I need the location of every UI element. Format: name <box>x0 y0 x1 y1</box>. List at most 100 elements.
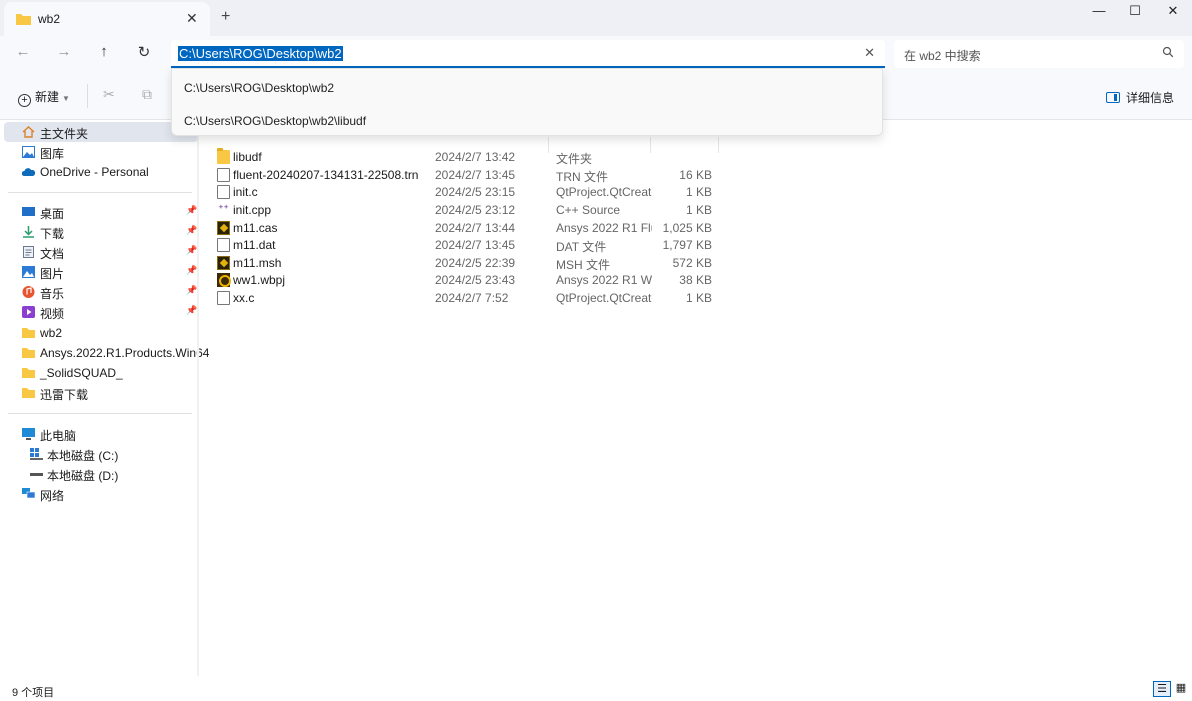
file-row[interactable]: m11.dat 2024/2/7 13:45 DAT 文件 1,797 KB <box>214 236 714 254</box>
address-input[interactable]: C:\Users\ROG\Desktop\wb2 <box>178 46 343 61</box>
new-label: 新建 <box>35 90 60 104</box>
home-icon <box>22 126 35 138</box>
file-date: 2024/2/7 13:45 <box>435 168 516 182</box>
sidebar-item-drive-c[interactable]: 本地磁盘 (C:) <box>4 444 198 464</box>
sidebar-item-solidsquad[interactable]: _SolidSQUAD_ <box>4 363 198 383</box>
file-size: 1,797 KB <box>662 238 712 252</box>
close-window-button[interactable]: ✕ <box>1158 3 1188 21</box>
new-button[interactable]: + 新建 ▼ <box>18 88 70 107</box>
details-view-icon[interactable]: ☰ <box>1153 681 1171 697</box>
file-name: libudf <box>233 150 262 164</box>
sidebar-item-label: 图片 <box>40 267 65 281</box>
gallery-icon <box>22 146 35 158</box>
file-size: 1,025 KB <box>662 221 712 235</box>
sidebar-item-this-pc[interactable]: 此电脑 <box>4 424 198 444</box>
search-icon[interactable] <box>1162 46 1174 58</box>
maximize-button[interactable]: ☐ <box>1120 3 1150 21</box>
search-input[interactable]: 在 wb2 中搜索 <box>904 47 981 64</box>
pin-icon[interactable]: 📌 <box>186 305 197 316</box>
column-divider[interactable] <box>718 137 719 153</box>
sidebar-item-documents[interactable]: 文档 📌 <box>4 242 198 262</box>
folder-icon <box>22 328 35 338</box>
address-bar[interactable]: C:\Users\ROG\Desktop\wb2 ✕ <box>171 40 885 68</box>
tiles-view-icon[interactable]: ▦ <box>1172 681 1190 697</box>
file-row[interactable]: fluent-20240207-134131-22508.trn 2024/2/… <box>214 166 714 184</box>
suggestion-item[interactable]: C:\Users\ROG\Desktop\wb2\libudf <box>184 114 366 128</box>
sidebar-item-onedrive[interactable]: OneDrive - Personal <box>4 162 198 182</box>
sidebar-item-gallery[interactable]: 图库 <box>4 142 198 162</box>
search-box[interactable]: 在 wb2 中搜索 <box>894 40 1184 68</box>
sidebar-item-network[interactable]: 网络 <box>4 484 198 504</box>
sidebar-item-label: OneDrive - Personal <box>40 165 149 179</box>
file-icon <box>217 291 230 305</box>
file-date: 2024/2/5 23:12 <box>435 203 516 217</box>
file-row[interactable]: libudf 2024/2/7 13:42 文件夹 <box>214 148 714 166</box>
pin-icon[interactable]: 📌 <box>186 225 197 236</box>
sidebar-item-label: 下载 <box>40 227 65 241</box>
file-list: libudf 2024/2/7 13:42 文件夹 fluent-2024020… <box>199 121 1192 676</box>
pin-icon[interactable]: 📌 <box>186 245 197 256</box>
sidebar-item-ansys[interactable]: Ansys.2022.R1.Products.Win64 <box>4 343 209 363</box>
divider <box>87 84 88 108</box>
sidebar-item-label: 本地磁盘 (C:) <box>47 449 119 463</box>
file-type: Ansys 2022 R1 Fluent <box>556 221 652 235</box>
file-name: init.cpp <box>233 203 272 217</box>
pin-icon[interactable]: 📌 <box>186 285 197 296</box>
file-type: QtProject.QtCreator.c <box>556 291 652 305</box>
status-bar: 9 个项目 ☰ ▦ <box>0 676 1192 701</box>
sidebar-item-wb2[interactable]: wb2 <box>4 323 198 343</box>
add-icon: + <box>18 94 31 107</box>
sidebar-item-downloads[interactable]: 下载 📌 <box>4 222 198 242</box>
file-date: 2024/2/7 13:45 <box>435 238 516 252</box>
file-icon <box>217 238 230 252</box>
details-button[interactable]: 详细信息 <box>1106 89 1174 106</box>
clear-address-icon[interactable]: ✕ <box>864 45 875 61</box>
sidebar-item-pictures[interactable]: 图片 📌 <box>4 262 198 282</box>
cut-icon[interactable]: ✂ <box>103 86 115 103</box>
computer-icon <box>22 428 35 440</box>
minimize-button[interactable]: — <box>1084 3 1114 21</box>
file-date: 2024/2/5 22:39 <box>435 256 516 270</box>
file-row[interactable]: m11.cas 2024/2/7 13:44 Ansys 2022 R1 Flu… <box>214 219 714 237</box>
refresh-icon[interactable]: ↻ <box>132 43 156 63</box>
file-name: m11.cas <box>233 221 278 235</box>
file-row[interactable]: ⁺⁺ init.cpp 2024/2/5 23:12 C++ Source 1 … <box>214 201 714 219</box>
sidebar-item-music[interactable]: 音乐 📌 <box>4 282 198 302</box>
file-size: 1 KB <box>685 203 712 217</box>
pin-icon[interactable]: 📌 <box>186 265 197 276</box>
sidebar-item-label: _SolidSQUAD_ <box>40 366 123 380</box>
up-icon[interactable]: ↑ <box>92 43 116 63</box>
file-row[interactable]: ww1.wbpj 2024/2/5 23:43 Ansys 2022 R1 Wo… <box>214 271 714 289</box>
copy-icon[interactable]: ⧉ <box>142 86 152 103</box>
file-date: 2024/2/7 13:44 <box>435 221 516 235</box>
ansys-file-icon <box>217 256 230 270</box>
file-row[interactable]: xx.c 2024/2/7 7:52 QtProject.QtCreator.c… <box>214 289 714 307</box>
file-date: 2024/2/7 7:52 <box>435 291 509 305</box>
tab-wb2[interactable]: wb2 ✕ <box>4 2 210 36</box>
suggestion-item[interactable]: C:\Users\ROG\Desktop\wb2 <box>184 81 334 95</box>
forward-icon[interactable]: → <box>52 43 76 63</box>
sidebar-item-thunder-downloads[interactable]: 迅雷下载 <box>4 383 198 403</box>
new-tab-button[interactable]: + <box>221 8 230 26</box>
sidebar-item-videos[interactable]: 视频 📌 <box>4 302 198 322</box>
tab-close-icon[interactable]: ✕ <box>186 10 198 27</box>
sidebar-item-home[interactable]: 主文件夹 <box>4 122 198 142</box>
sidebar-item-label: 音乐 <box>40 287 65 301</box>
sidebar-item-desktop[interactable]: 桌面 📌 <box>4 202 198 222</box>
pin-icon[interactable]: 📌 <box>186 205 197 216</box>
file-row[interactable]: m11.msh 2024/2/5 22:39 MSH 文件 572 KB <box>214 254 714 272</box>
desktop-icon <box>22 207 35 216</box>
file-row[interactable]: init.c 2024/2/5 23:15 QtProject.QtCreato… <box>214 183 714 201</box>
chevron-down-icon: ▼ <box>62 94 70 103</box>
sidebar-item-label: 本地磁盘 (D:) <box>47 469 119 483</box>
navigation-bar: ← → ↑ ↻ C:\Users\ROG\Desktop\wb2 ✕ 在 wb2… <box>0 36 1192 72</box>
windows-drive-icon <box>30 448 43 460</box>
cloud-icon <box>22 168 35 176</box>
sidebar-item-drive-d[interactable]: 本地磁盘 (D:) <box>4 464 198 484</box>
details-label: 详细信息 <box>1126 91 1175 105</box>
file-size: 572 KB <box>672 256 712 270</box>
file-type: 文件夹 <box>556 152 593 166</box>
back-icon[interactable]: ← <box>11 43 35 63</box>
music-icon <box>22 286 35 298</box>
file-date: 2024/2/7 13:42 <box>435 150 516 164</box>
